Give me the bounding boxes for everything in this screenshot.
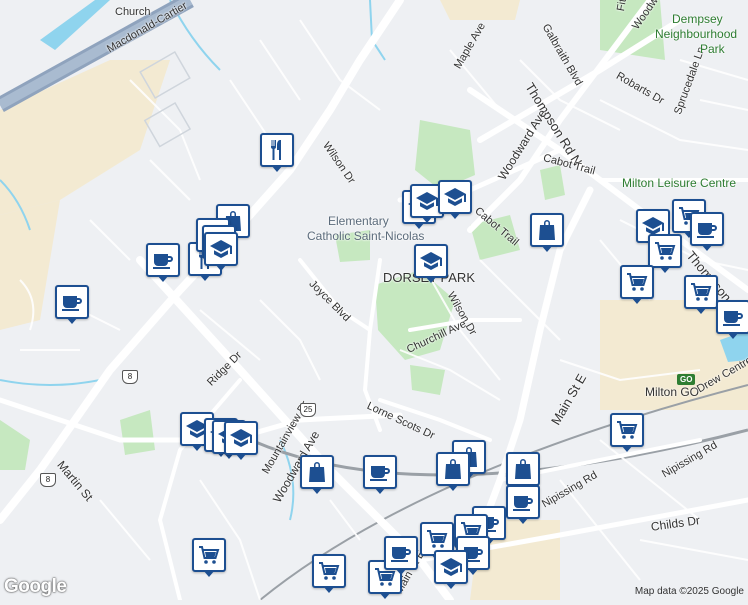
school-marker[interactable] <box>438 180 472 219</box>
grocery-icon <box>197 543 221 567</box>
grocery-icon <box>615 418 639 442</box>
grocery-marker[interactable] <box>192 538 226 577</box>
route-shield-route-8-b: 8 <box>40 473 56 487</box>
grocery-marker[interactable] <box>610 413 644 452</box>
grocery-icon <box>425 527 449 551</box>
street-label-milton-go: Milton GO <box>645 385 700 399</box>
school-icon <box>419 249 443 273</box>
school-marker[interactable] <box>204 232 238 271</box>
cafe-marker[interactable] <box>363 455 397 494</box>
restaurant-icon <box>265 138 289 162</box>
shopping-icon <box>535 218 559 242</box>
cafe-icon <box>60 290 84 314</box>
route-shield-route-8-a: 8 <box>122 370 138 384</box>
shopping-icon <box>511 457 535 481</box>
street-label-elementary: Elementary <box>328 214 389 228</box>
restaurant-marker[interactable] <box>260 133 294 172</box>
cafe-marker[interactable] <box>716 300 748 339</box>
grocery-marker[interactable] <box>648 234 682 273</box>
cafe-icon <box>511 490 535 514</box>
street-label-dempsey-2: Neighbourhood <box>655 27 738 41</box>
cafe-icon <box>695 217 719 241</box>
street-label-catholic: Catholic Saint-Nicolas <box>307 229 425 243</box>
shopping-marker[interactable] <box>300 455 334 494</box>
school-marker[interactable] <box>414 244 448 283</box>
grocery-marker[interactable] <box>684 275 718 314</box>
shopping-marker[interactable] <box>436 452 470 491</box>
route-shield-route-25: 25 <box>300 403 316 417</box>
google-logo[interactable]: Google <box>4 576 67 598</box>
street-label-milton-leisure: Milton Leisure Centre <box>622 176 737 190</box>
grocery-marker[interactable] <box>312 554 346 593</box>
cafe-icon <box>368 460 392 484</box>
cafe-marker[interactable] <box>146 243 180 282</box>
street-label-dempsey-3: Park <box>700 42 725 56</box>
shopping-marker[interactable] <box>506 452 540 491</box>
go-station-badge[interactable]: GO <box>677 374 696 385</box>
school-icon <box>439 555 463 579</box>
grocery-icon <box>689 280 713 304</box>
school-icon <box>229 426 253 450</box>
cafe-marker[interactable] <box>690 212 724 251</box>
cafe-icon <box>721 305 745 329</box>
street-label-church: Church <box>115 6 151 18</box>
school-icon <box>443 185 467 209</box>
street-label-dempsey: Dempsey <box>672 12 723 26</box>
cafe-icon <box>389 541 413 565</box>
school-marker[interactable] <box>224 421 258 460</box>
shopping-icon <box>305 460 329 484</box>
grocery-marker[interactable] <box>620 265 654 304</box>
map-canvas[interactable]: Macdonald-Cartier Church Wilson Dr Maple Av… <box>0 0 748 604</box>
cafe-marker[interactable] <box>55 285 89 324</box>
grocery-icon <box>625 270 649 294</box>
cafe-marker[interactable] <box>506 485 540 524</box>
grocery-icon <box>317 559 341 583</box>
school-icon <box>415 189 439 213</box>
cafe-icon <box>151 248 175 272</box>
school-icon <box>209 237 233 261</box>
grocery-icon <box>653 239 677 263</box>
map-attribution: Map data ©2025 Google <box>634 586 744 597</box>
cafe-marker[interactable] <box>384 536 418 575</box>
shopping-icon <box>441 457 465 481</box>
school-marker[interactable] <box>434 550 468 589</box>
shopping-marker[interactable] <box>530 213 564 252</box>
